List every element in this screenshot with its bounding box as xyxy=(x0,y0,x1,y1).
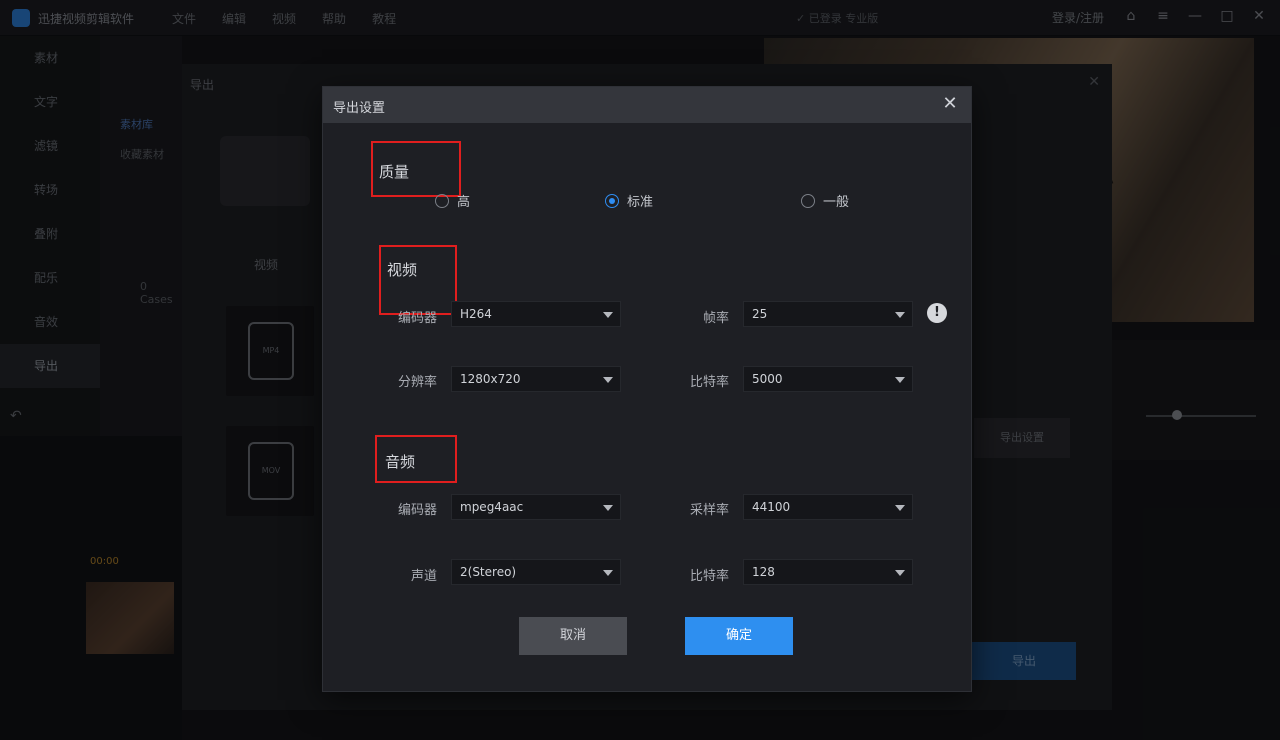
highlight-box-quality xyxy=(371,141,461,197)
chevron-down-icon xyxy=(603,377,613,383)
cancel-button[interactable]: 取消 xyxy=(519,617,627,655)
quality-option-normal[interactable]: 一般 xyxy=(801,191,849,210)
select-value: 44100 xyxy=(752,500,791,514)
chevron-down-icon xyxy=(895,312,905,318)
video-codec-label: 编码器 xyxy=(397,311,437,326)
chevron-down-icon xyxy=(603,570,613,576)
confirm-button[interactable]: 确定 xyxy=(685,617,793,655)
channel-label: 声道 xyxy=(410,569,437,584)
framerate-label: 帧率 xyxy=(702,311,729,326)
select-value: H264 xyxy=(460,307,492,321)
audio-codec-select[interactable]: mpeg4aac xyxy=(451,494,621,520)
quality-option-high[interactable]: 高 xyxy=(435,191,470,210)
audio-codec-label: 编码器 xyxy=(397,503,437,518)
quality-option-standard[interactable]: 标准 xyxy=(605,191,653,210)
resolution-select[interactable]: 1280x720 xyxy=(451,366,621,392)
radio-icon xyxy=(435,193,449,208)
audio-bitrate-label: 比特率 xyxy=(689,569,729,584)
warning-info-icon[interactable]: ! xyxy=(927,303,947,323)
select-value: 1280x720 xyxy=(460,372,521,386)
samplerate-select[interactable]: 44100 xyxy=(743,494,913,520)
video-bitrate-select[interactable]: 5000 xyxy=(743,366,913,392)
highlight-box-video xyxy=(379,245,457,315)
video-codec-select[interactable]: H264 xyxy=(451,301,621,327)
radio-label: 标准 xyxy=(627,195,654,210)
framerate-select[interactable]: 25 xyxy=(743,301,913,327)
select-value: 2(Stereo) xyxy=(460,565,517,579)
export-settings-dialog: 导出设置 ✕ 质量 高 标准 一般 视频 编码器 H264 帧率 25 ! 分辨… xyxy=(322,86,972,692)
channel-select[interactable]: 2(Stereo) xyxy=(451,559,621,585)
dialog-header: 导出设置 ✕ xyxy=(323,87,971,123)
video-bitrate-label: 比特率 xyxy=(689,375,729,390)
radio-selected-icon xyxy=(605,193,619,208)
radio-icon xyxy=(801,193,815,208)
audio-bitrate-select[interactable]: 128 xyxy=(743,559,913,585)
select-value: mpeg4aac xyxy=(460,500,524,514)
dialog-title: 导出设置 xyxy=(333,101,386,116)
close-icon[interactable]: ✕ xyxy=(939,93,961,115)
radio-label: 高 xyxy=(457,195,471,210)
highlight-box-audio xyxy=(375,435,457,483)
resolution-label: 分辨率 xyxy=(397,375,437,390)
chevron-down-icon xyxy=(895,377,905,383)
chevron-down-icon xyxy=(603,312,613,318)
chevron-down-icon xyxy=(895,505,905,511)
chevron-down-icon xyxy=(895,570,905,576)
radio-label: 一般 xyxy=(823,195,850,210)
select-value: 128 xyxy=(752,565,775,579)
chevron-down-icon xyxy=(603,505,613,511)
select-value: 5000 xyxy=(752,372,783,386)
select-value: 25 xyxy=(752,307,768,321)
samplerate-label: 采样率 xyxy=(689,503,729,518)
